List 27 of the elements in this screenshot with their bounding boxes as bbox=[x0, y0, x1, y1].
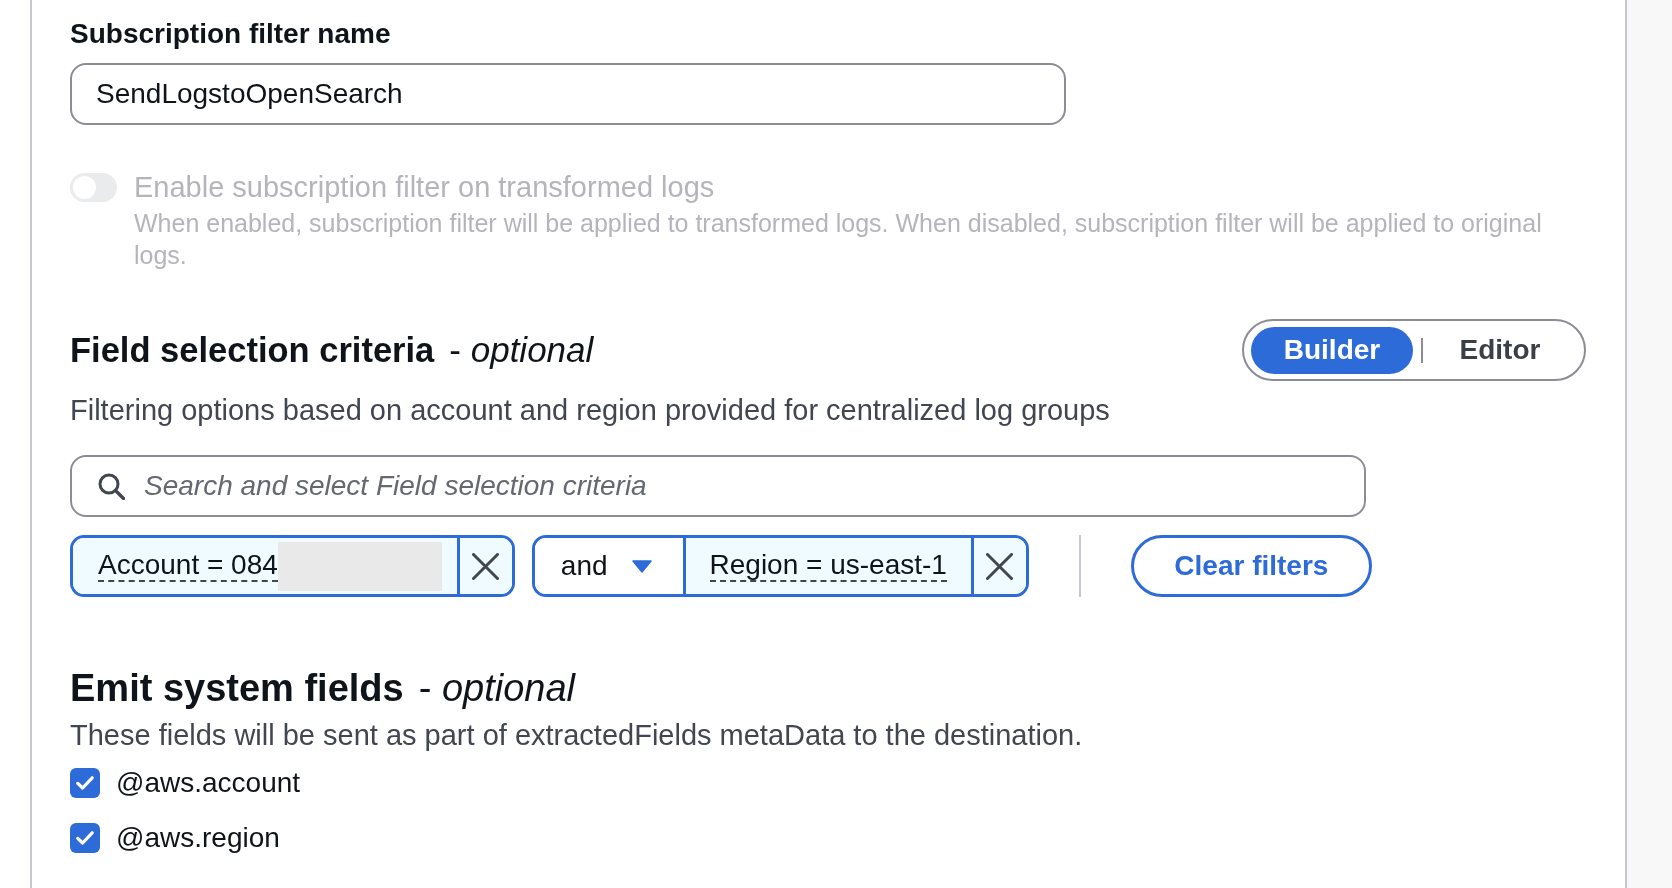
section-description: Filtering options based on account and region provided for centralized log groups bbox=[70, 393, 1111, 427]
filter-name-input[interactable]: SendLogstoOpenSearch bbox=[70, 63, 1066, 125]
checkbox[interactable] bbox=[70, 823, 100, 853]
section-qualifier: - optional bbox=[449, 329, 594, 371]
checkbox-label: @aws.region bbox=[116, 821, 280, 855]
search-field[interactable]: Search and select Field selection criteria bbox=[70, 455, 1366, 517]
section-qualifier: - optional bbox=[418, 666, 576, 711]
check-icon bbox=[76, 831, 94, 845]
toggle-description: When enabled, subscription filter will be applied to transformed logs. When disabled, subscription filter will be applied to original logs. bbox=[134, 208, 1543, 271]
section-description: These fields will be sent as part of extractedFields metaData to the destination. bbox=[70, 718, 1084, 752]
search-icon bbox=[98, 473, 125, 500]
close-icon bbox=[472, 552, 500, 580]
clear-filters-button[interactable]: Clear filters bbox=[1130, 535, 1372, 597]
section-title: Emit system fields bbox=[70, 666, 404, 711]
close-icon bbox=[986, 552, 1014, 580]
segment-button[interactable]: Builder bbox=[1251, 326, 1413, 374]
section-title: Field selection criteria bbox=[70, 330, 435, 371]
check-icon bbox=[76, 776, 94, 790]
field-label: Subscription filter name bbox=[70, 17, 392, 51]
caret-down-icon bbox=[631, 559, 652, 573]
segment-button[interactable]: Editor bbox=[1423, 326, 1577, 374]
checkbox-label: @aws.account bbox=[116, 766, 301, 800]
remove-token-button[interactable] bbox=[456, 538, 512, 594]
token-label: Region = us-east-1 bbox=[709, 550, 947, 582]
remove-token-button[interactable] bbox=[970, 538, 1026, 594]
checkbox[interactable] bbox=[70, 768, 100, 798]
toggle-label: Enable subscription filter on transformed logs bbox=[134, 170, 716, 204]
